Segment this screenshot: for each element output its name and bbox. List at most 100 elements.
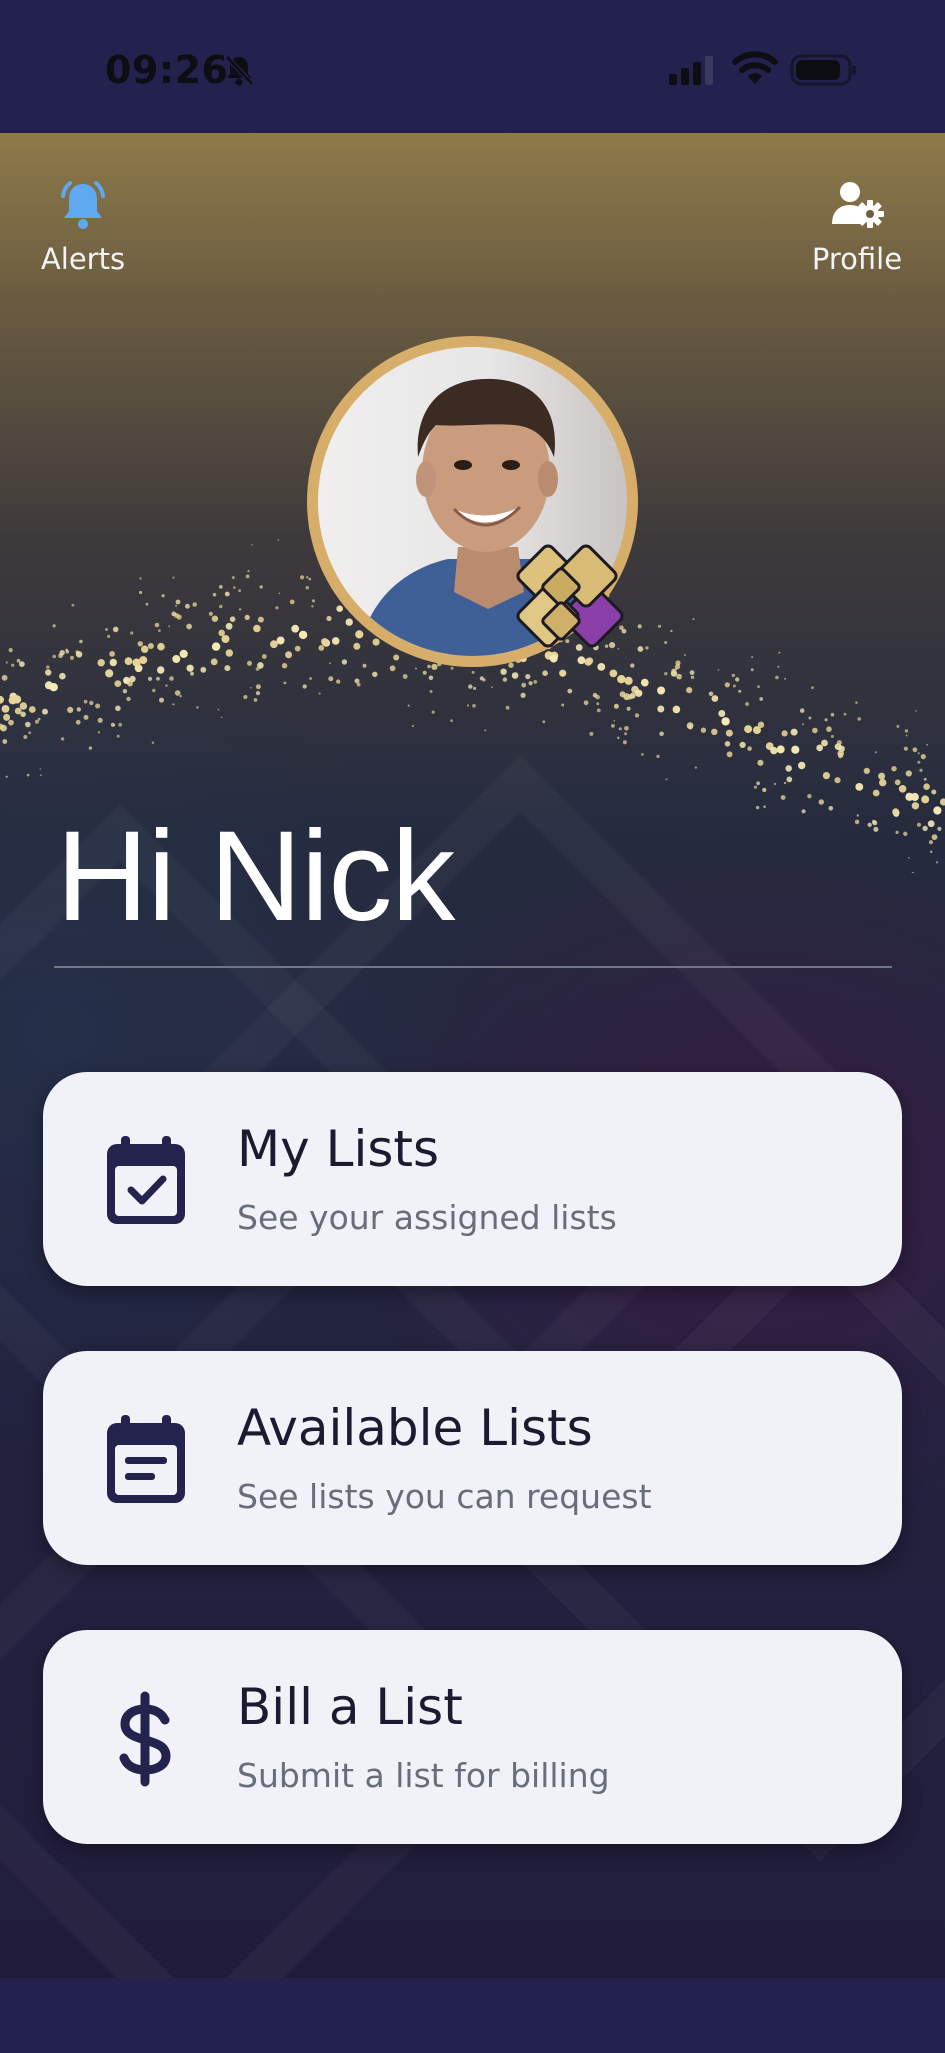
gold-particle [331, 637, 340, 645]
gold-particle [624, 732, 627, 736]
gold-particle [450, 666, 454, 670]
gold-particle [345, 618, 353, 626]
gold-particle [491, 686, 493, 689]
gold-particle [329, 662, 332, 665]
gold-particle [89, 700, 94, 706]
gold-particle [692, 618, 695, 621]
gold-particle [278, 592, 281, 595]
gold-particle [904, 729, 909, 733]
gold-particle [583, 700, 589, 706]
gold-particle [79, 639, 83, 644]
gold-particle [756, 781, 760, 786]
gold-particle [407, 704, 410, 707]
gold-particle [46, 665, 50, 669]
gold-particle [589, 731, 594, 736]
gold-particle [834, 777, 841, 784]
gold-particle [285, 651, 293, 659]
alerts-button[interactable]: Alerts [13, 178, 153, 288]
gold-particle [65, 649, 70, 654]
gold-particle [157, 642, 165, 651]
gold-particle [159, 697, 164, 703]
gold-particle [225, 592, 228, 595]
gold-particle [624, 726, 629, 731]
gold-particle [52, 624, 56, 628]
gold-particle [521, 682, 527, 688]
gold-particle [919, 768, 923, 772]
gold-particle [520, 692, 526, 698]
gold-particle [326, 615, 332, 622]
gold-particle [372, 638, 380, 646]
gold-particle [118, 722, 122, 727]
gold-particle [211, 642, 221, 651]
gold-particle [894, 779, 901, 786]
gold-particle [70, 655, 74, 660]
bell-icon [61, 181, 105, 229]
gold-particle [911, 802, 920, 810]
gold-particle [221, 635, 230, 643]
gold-particle [634, 713, 640, 718]
card-title: Bill a List [237, 1678, 463, 1736]
gold-particle [645, 646, 649, 650]
profile-button[interactable]: Profile [787, 178, 927, 288]
gold-particle [210, 658, 218, 666]
gold-particle [224, 665, 231, 672]
gold-particle [107, 634, 111, 638]
gold-particle [328, 676, 334, 682]
gold-particle [917, 760, 921, 764]
gold-particle [776, 745, 785, 754]
bill-a-list-card[interactable]: Bill a List Submit a list for billing [43, 1630, 902, 1844]
gold-particle [39, 768, 42, 770]
available-lists-card[interactable]: Available Lists See lists you can reques… [43, 1351, 902, 1565]
gold-particle [799, 708, 805, 713]
gold-particle [428, 675, 434, 681]
dollar-icon [119, 1691, 171, 1787]
gold-particle [5, 661, 8, 664]
gold-particle [255, 667, 260, 671]
gold-particle [175, 604, 178, 607]
gold-particle [929, 850, 933, 854]
gold-particle [617, 736, 620, 740]
gold-particle [879, 778, 887, 787]
gold-particle [139, 577, 142, 580]
gold-particle [609, 669, 618, 678]
gold-particle [735, 677, 740, 682]
gold-particle [83, 699, 88, 704]
gold-particle [88, 746, 93, 750]
gold-particle [179, 649, 188, 658]
gold-particle [732, 684, 736, 688]
gold-particle [243, 694, 248, 700]
gold-particle [711, 728, 718, 735]
gold-particle [791, 745, 800, 754]
gold-particle [684, 654, 686, 657]
gold-particle [245, 574, 250, 579]
gold-particle [139, 656, 148, 665]
gold-particle [784, 677, 787, 680]
gold-particle [511, 672, 519, 679]
gold-particle [116, 734, 120, 738]
gold-particle [807, 794, 812, 799]
gold-particle [34, 719, 39, 724]
gold-particle [156, 676, 160, 681]
gold-particle [686, 722, 694, 729]
gold-particle [152, 688, 156, 693]
gold-particle [627, 694, 633, 700]
gold-particle [1, 705, 10, 713]
gold-particle [431, 663, 438, 670]
gold-particle [939, 798, 945, 806]
gold-particle [657, 686, 666, 695]
gold-particle [185, 603, 190, 609]
gold-particle [200, 666, 207, 673]
gold-particle [362, 663, 367, 668]
gold-particle [753, 785, 758, 789]
card-title: My Lists [237, 1120, 440, 1178]
gold-particle [83, 714, 89, 720]
gold-particle [283, 681, 287, 685]
my-lists-card[interactable]: My Lists See your assigned lists [43, 1072, 902, 1286]
gold-particle [801, 723, 804, 726]
gold-particle [14, 707, 22, 715]
profile-label: Profile [811, 242, 903, 276]
gold-particle [672, 705, 681, 714]
gold-particle [927, 820, 935, 828]
gold-particle [427, 664, 431, 669]
card-subtitle: See lists you can request [237, 1477, 652, 1516]
